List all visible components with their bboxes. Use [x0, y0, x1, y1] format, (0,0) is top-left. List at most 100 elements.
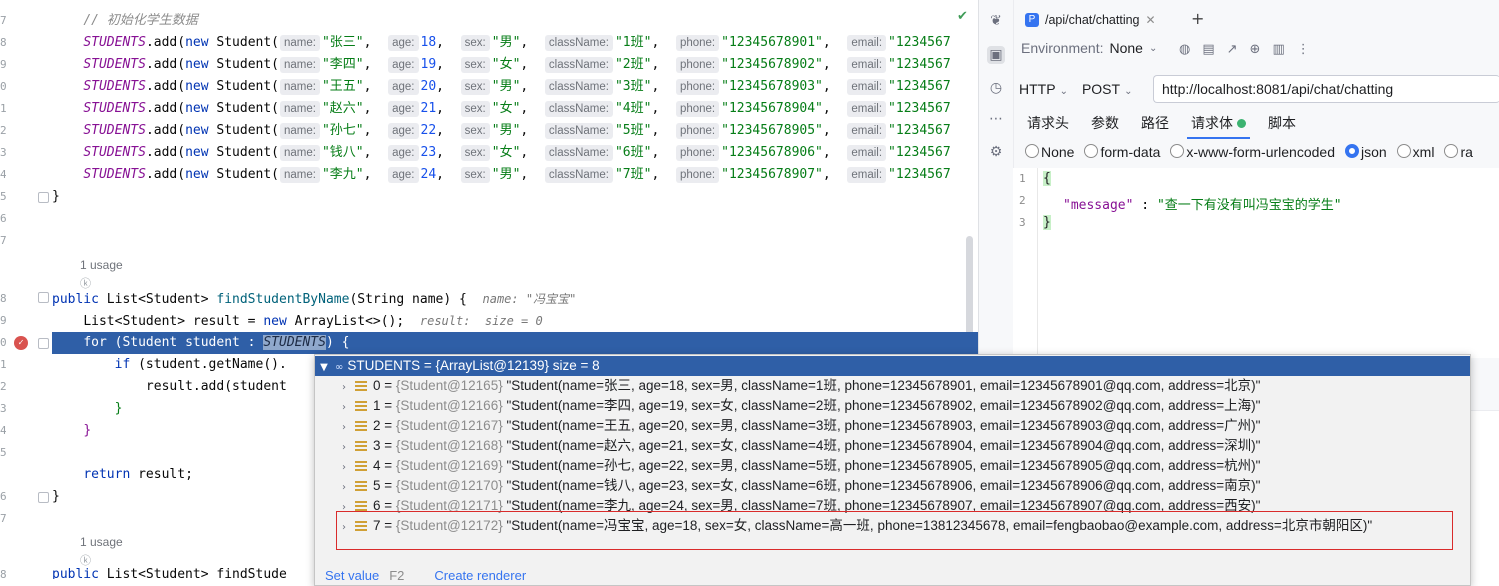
- tab-params[interactable]: 参数: [1091, 113, 1119, 133]
- archive-icon[interactable]: ▥: [1272, 42, 1284, 57]
- popup-header-row[interactable]: ▼ ∞ STUDENTS = {ArrayList@12139} size = 8: [315, 356, 1470, 376]
- ctor: Student(: [208, 123, 280, 138]
- leaf-icon[interactable]: ❦: [987, 12, 1005, 30]
- arg-phone: "12345678904": [721, 101, 823, 116]
- ctor: Student(: [208, 167, 280, 182]
- arg-phone: "12345678901": [721, 35, 823, 50]
- arg-className: "6班": [614, 145, 652, 160]
- gear-icon[interactable]: ⚙: [987, 143, 1005, 161]
- usage-hint[interactable]: 1 usage: [80, 535, 123, 549]
- radio-raw[interactable]: ra: [1440, 144, 1473, 160]
- fold-marker[interactable]: [38, 338, 49, 349]
- body-line-number: 3: [1019, 216, 1026, 229]
- code-comment: // 初始化学生数据: [83, 13, 198, 28]
- arg-name: "钱八": [321, 145, 364, 160]
- body-editor[interactable]: 1 2 3 { "message" : "查一下有没有叫冯宝宝的学生" }: [1013, 168, 1499, 358]
- popup-list-item[interactable]: › 0 = {Student@12165} "Student(name=张三, a…: [315, 376, 1470, 396]
- code-line-student-add: STUDENTS.add(new Student(name: "孙七", age:…: [83, 123, 951, 139]
- set-value-link[interactable]: Set value: [325, 568, 379, 583]
- param-hint: className:: [544, 123, 613, 139]
- fold-marker[interactable]: [38, 492, 49, 503]
- radio-none[interactable]: None: [1021, 144, 1074, 160]
- kebab-icon[interactable]: ⋮: [1297, 42, 1310, 57]
- http-request-icon[interactable]: ▣: [987, 46, 1005, 64]
- tab-body[interactable]: 请求体: [1187, 113, 1250, 139]
- arg-name: "张三": [321, 35, 364, 50]
- param-hint: email:: [847, 35, 887, 51]
- popup-list-item[interactable]: › 4 = {Student@12169} "Student(name=孙七, a…: [315, 456, 1470, 476]
- popup-list-item[interactable]: › 5 = {Student@12170} "Student(name=钱八, a…: [315, 476, 1470, 496]
- line-number: 6: [0, 490, 6, 503]
- target-icon[interactable]: ⊕: [1250, 42, 1261, 57]
- students-const: STUDENTS: [83, 79, 146, 94]
- chevron-right-icon[interactable]: ›: [335, 378, 353, 398]
- curl-icon[interactable]: ◍: [1179, 42, 1190, 57]
- add-call: .add(: [145, 57, 186, 72]
- close-icon[interactable]: ✕: [1146, 13, 1156, 27]
- ctor: Student(: [208, 101, 280, 116]
- arg-email: "1234567: [888, 145, 951, 160]
- tab-headers[interactable]: 请求头: [1027, 113, 1069, 133]
- radio-xml[interactable]: xml: [1393, 144, 1434, 160]
- environment-selector[interactable]: Environment: None ⌄: [1021, 40, 1157, 56]
- more-icon[interactable]: ⋯: [987, 110, 1005, 128]
- keyword: public: [52, 292, 99, 307]
- chevron-down-icon[interactable]: ▼: [315, 358, 333, 378]
- arg-className: "1班": [614, 35, 652, 50]
- chevron-right-icon[interactable]: ›: [335, 438, 353, 458]
- add-tab-icon[interactable]: +: [1191, 9, 1204, 28]
- request-tab[interactable]: P /api/chat/chatting ✕: [1025, 9, 1156, 31]
- arg-email: "1234567: [888, 123, 951, 138]
- fold-marker[interactable]: [38, 292, 49, 303]
- chevron-right-icon[interactable]: ›: [335, 418, 353, 438]
- field-icon: [355, 421, 367, 431]
- arg-email: "1234567: [888, 57, 951, 72]
- debug-value-popup[interactable]: ▼ ∞ STUDENTS = {ArrayList@12139} size = 8 …: [314, 354, 1471, 586]
- equals-sign: =: [380, 438, 396, 453]
- popup-list-item[interactable]: › 1 = {Student@12166} "Student(name=李四, a…: [315, 396, 1470, 416]
- add-call: .add(: [145, 79, 186, 94]
- save-icon[interactable]: ▤: [1202, 42, 1214, 57]
- radio-json[interactable]: json: [1341, 144, 1387, 160]
- line-number: 0: [0, 336, 6, 349]
- method-name[interactable]: findStudentByName: [216, 292, 349, 307]
- next-method-sig: List<Student> findStude: [98, 567, 287, 579]
- tab-script[interactable]: 脚本: [1268, 113, 1296, 133]
- brace: }: [83, 423, 92, 438]
- popup-list-item[interactable]: › 3 = {Student@12168} "Student(name=赵六, a…: [315, 436, 1470, 456]
- method-select[interactable]: POST ⌄: [1082, 81, 1133, 97]
- param-hint: email:: [847, 57, 887, 73]
- param-hint: phone:: [675, 79, 720, 95]
- keyword: public: [52, 567, 99, 579]
- param-hint: className:: [544, 79, 613, 95]
- line-number: 5: [0, 446, 6, 459]
- protocol-select[interactable]: HTTP ⌄: [1019, 81, 1068, 97]
- param-hint: email:: [847, 79, 887, 95]
- tab-badge: P: [1025, 13, 1039, 27]
- chevron-right-icon[interactable]: ›: [335, 398, 353, 418]
- history-icon[interactable]: ◷: [987, 79, 1005, 97]
- ctor: Student(: [208, 145, 280, 160]
- create-renderer-link[interactable]: Create renderer: [434, 568, 526, 583]
- students-selection[interactable]: STUDENTS: [263, 335, 326, 350]
- keyword: new: [263, 314, 287, 329]
- popup-actions: Set value F2 Create renderer: [325, 568, 526, 583]
- chevron-right-icon[interactable]: ›: [335, 458, 353, 478]
- popup-list-item[interactable]: › 2 = {Student@12167} "Student(name=王五, a…: [315, 416, 1470, 436]
- radio-icon: [1025, 144, 1039, 158]
- open-external-icon[interactable]: ↗: [1227, 42, 1238, 57]
- line-number: 0: [0, 80, 6, 93]
- breakpoint-icon[interactable]: ✓: [14, 336, 28, 350]
- fold-marker[interactable]: [38, 192, 49, 203]
- radio-urlencoded[interactable]: x-www-form-urlencoded: [1166, 144, 1335, 160]
- radio-form-data[interactable]: form-data: [1080, 144, 1160, 160]
- equals-sign: =: [380, 478, 396, 493]
- json-line: "message" : "查一下有没有叫冯宝宝的学生": [1063, 194, 1342, 213]
- url-input[interactable]: http://localhost:8081/api/chat/chatting: [1153, 75, 1499, 103]
- chevron-right-icon[interactable]: ›: [335, 478, 353, 498]
- param-hint: age:: [388, 145, 419, 161]
- tab-path[interactable]: 路径: [1141, 113, 1169, 133]
- usage-hint[interactable]: 1 usage: [80, 258, 123, 272]
- arg-age: 24: [420, 167, 437, 182]
- if-head: (student.getName().: [130, 357, 287, 372]
